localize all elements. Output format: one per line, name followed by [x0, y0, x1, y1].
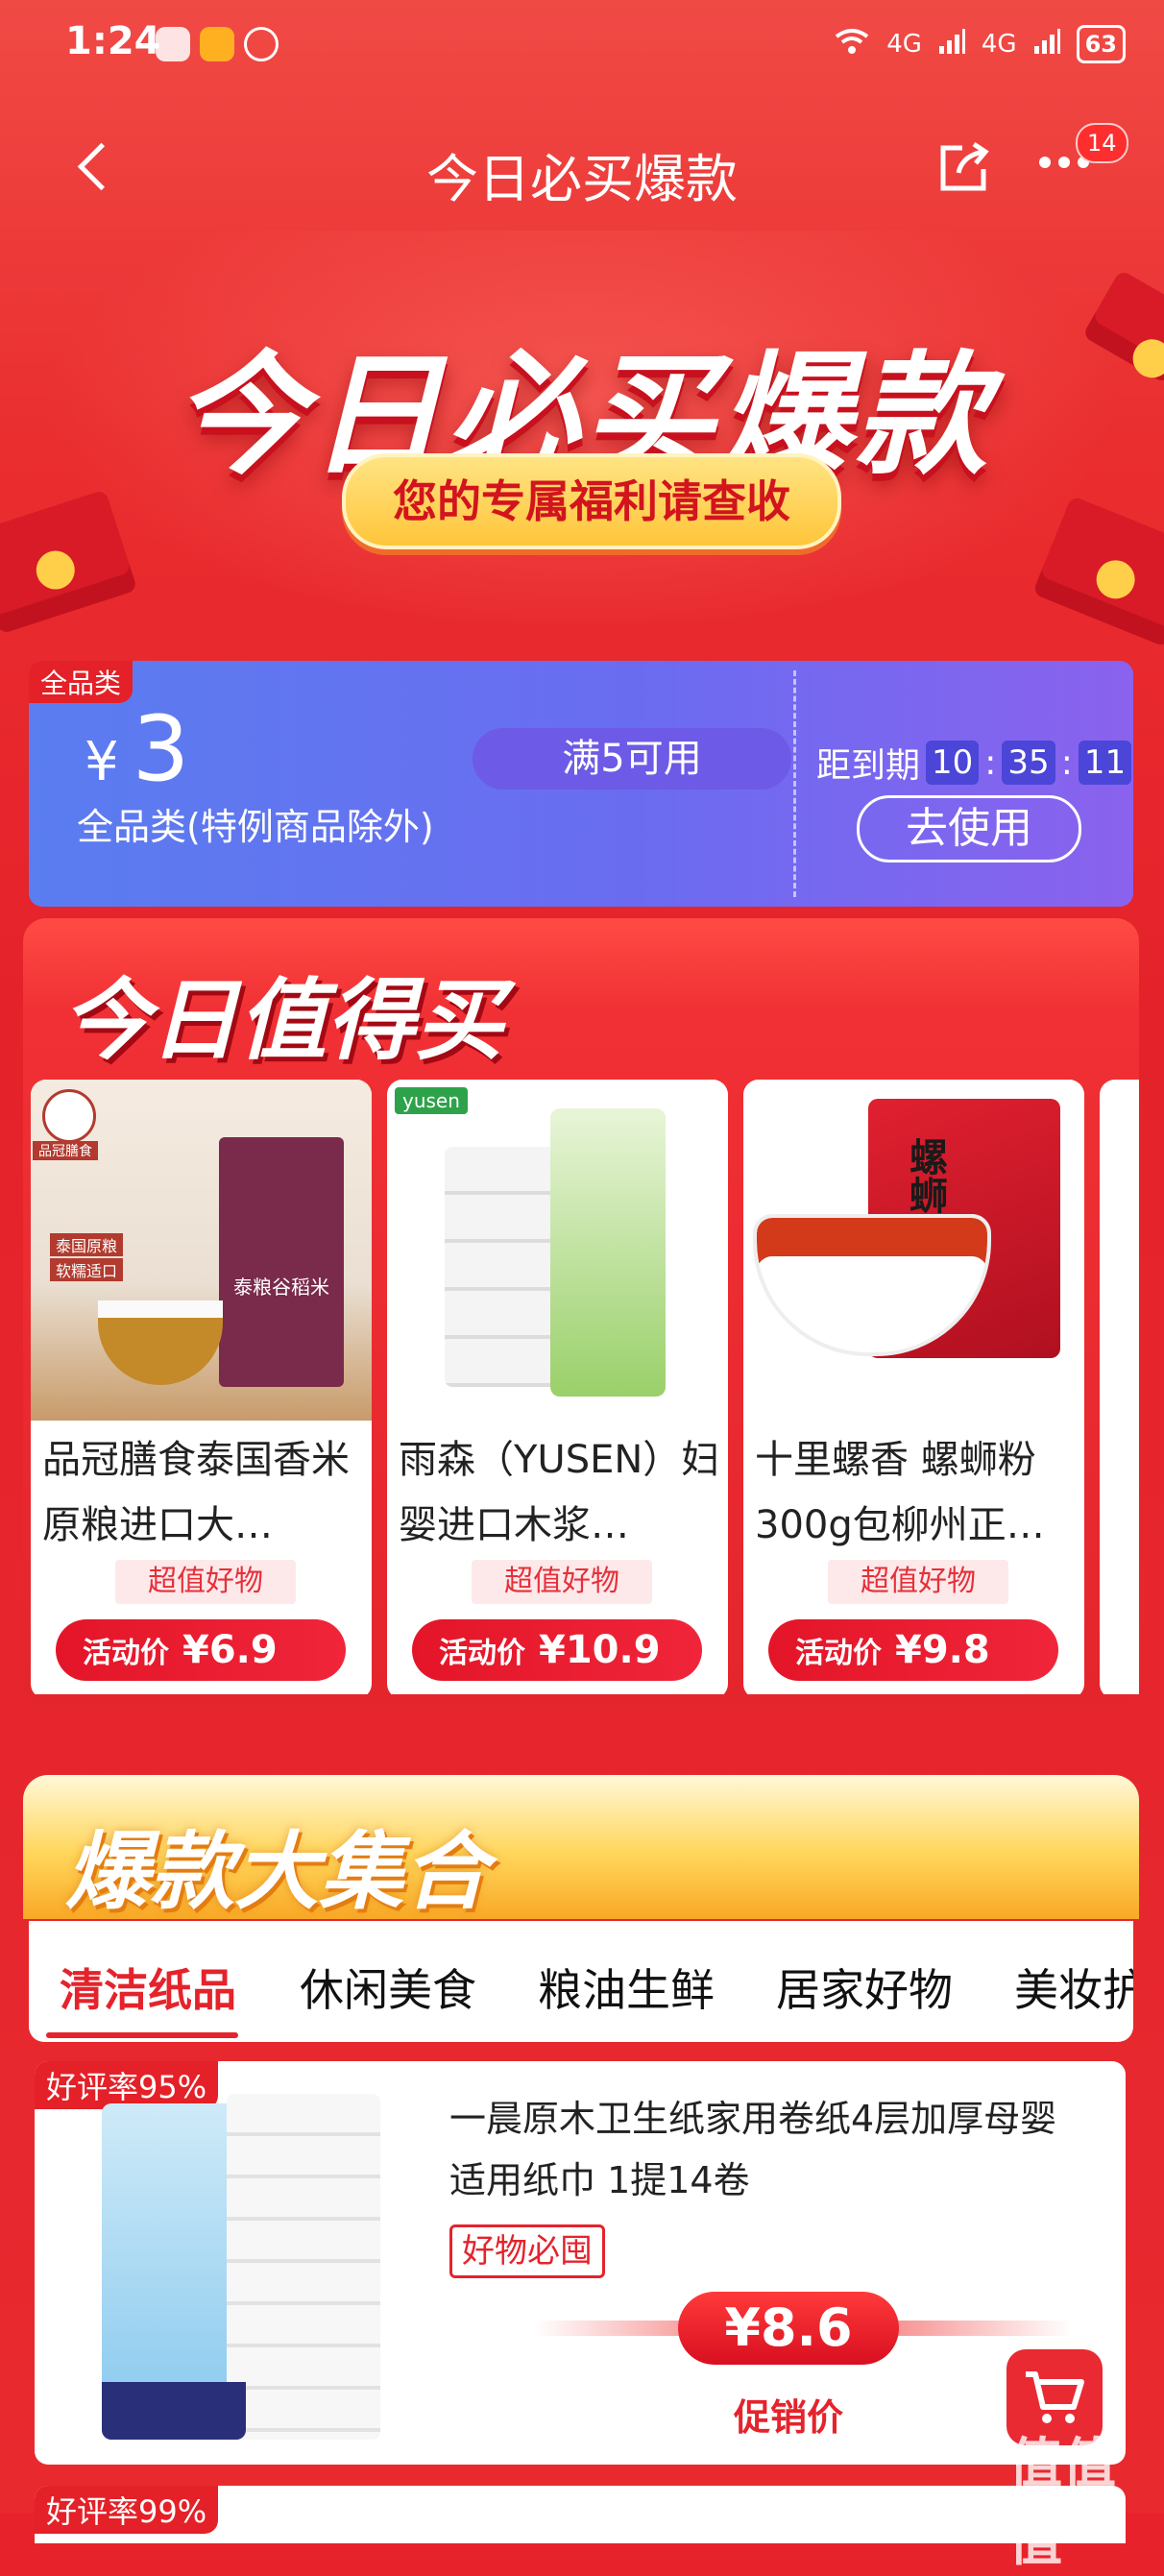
speedometer-icon — [244, 27, 279, 61]
active-tab-indicator — [46, 2032, 238, 2038]
coupon-description: 全品类(特例商品除外) — [77, 806, 434, 848]
coupon-countdown: 距到期 10: 35: 11 — [816, 738, 1132, 788]
battery-indicator: 63 — [1076, 25, 1126, 63]
rice-package: 泰粮谷稻米 — [219, 1137, 344, 1387]
product-tag: 好物必囤 — [449, 2224, 605, 2278]
price-value: ¥8.6 — [678, 2292, 899, 2365]
product-tag: 超值好物 — [828, 1560, 1008, 1604]
countdown-seconds: 11 — [1078, 741, 1132, 785]
countdown-hours: 10 — [926, 741, 980, 785]
video-app-icon — [200, 27, 234, 61]
coupon-condition: 满5可用 — [473, 728, 791, 790]
coupon-amount: ¥3 — [85, 697, 189, 802]
hero-subtitle: 您的专属福利请查收 — [342, 453, 841, 549]
price-value: ¥9.8 — [895, 1628, 990, 1672]
price-value: ¥10.9 — [539, 1628, 661, 1672]
tissue-package — [550, 1108, 666, 1397]
price-value: ¥6.9 — [182, 1628, 278, 1672]
product-name: 十里螺香 螺蛳粉300g包柳州正… — [755, 1438, 1045, 1547]
brand-logo — [42, 1089, 96, 1143]
signal-4g-label: 4G — [886, 30, 922, 59]
status-time: 1:24 — [65, 19, 161, 63]
signal-4g-label-2: 4G — [981, 30, 1017, 59]
wifi-icon — [833, 27, 871, 62]
today-worth-section: 今日值得买 品冠膳食 泰粮谷稻米 泰国原粮 软糯适口 品冠膳食泰国香米原粮进口大… — [23, 918, 1139, 1706]
tab-grain-fresh[interactable]: 粮油生鲜 — [538, 1956, 715, 2019]
app-notification-icon — [156, 27, 190, 61]
signal-bars-icon — [937, 27, 966, 62]
product-card[interactable]: 品冠膳食 泰粮谷稻米 泰国原粮 软糯适口 品冠膳食泰国香米原粮进口大… 超值好物… — [31, 1080, 372, 1694]
product-name: 雨森（YUSEN）妇婴进口木浆… — [399, 1438, 720, 1547]
package-side-text-1: 泰国原粮 — [50, 1233, 124, 1256]
cart-icon — [1026, 2371, 1084, 2423]
list-item[interactable]: 好评率95% 一晨原木卫生纸家用卷纸4层加厚母婴适用纸巾 1提14卷 好物必囤 … — [35, 2061, 1126, 2465]
countdown-label: 距到期 — [816, 746, 921, 786]
product-image-toilet-paper — [102, 2094, 390, 2449]
coupon-divider — [793, 670, 796, 897]
price-label: 活动价 — [795, 1637, 882, 1670]
package-label: 泰粮谷稻米 — [233, 1276, 329, 1299]
product-tag: 超值好物 — [115, 1560, 296, 1604]
signal-bars-icon-2 — [1032, 27, 1061, 62]
promo-price: ¥8.6 促销价 — [534, 2292, 1072, 2445]
price-label: 活动价 — [83, 1637, 169, 1670]
status-app-icons — [156, 27, 279, 61]
product-image-tissue: yusen — [387, 1080, 728, 1421]
product-tag: 超值好物 — [472, 1560, 652, 1604]
share-icon — [940, 141, 989, 191]
burst-collection-header: 爆款大集合 — [23, 1775, 1139, 1921]
product-name: 品冠膳食泰国香米原粮进口大… — [42, 1438, 350, 1547]
product-card[interactable]: yusen 雨森（YUSEN）妇婴进口木浆… 超值好物 活动价 ¥10.9 — [387, 1080, 728, 1694]
rating-badge: 好评率99% — [35, 2486, 219, 2534]
section-title: 今日值得买 — [61, 969, 504, 1072]
coupon-card[interactable]: 全品类 ¥3 全品类(特例商品除外) 满5可用 距到期 10: 35: 11 去… — [29, 661, 1133, 907]
status-bar: 1:24 4G 4G 63 — [0, 0, 1164, 96]
product-image-noodles: 螺蛳粉 — [743, 1080, 1084, 1421]
category-tabs: 清洁纸品 休闲美食 粮油生鲜 居家好物 美妆护 — [29, 1921, 1133, 2042]
currency-symbol: ¥ — [85, 731, 119, 793]
product-image-rice: 品冠膳食 泰粮谷稻米 泰国原粮 软糯适口 — [31, 1080, 372, 1421]
product-card-partial[interactable] — [1100, 1080, 1139, 1694]
price-pill[interactable]: 活动价 ¥10.9 — [412, 1619, 702, 1681]
product-name: 一晨原木卫生纸家用卷纸4层加厚母婴适用纸巾 1提14卷 — [449, 2098, 1057, 2201]
top-nav: 今日必买爆款 14 — [0, 115, 1164, 221]
tab-home-goods[interactable]: 居家好物 — [776, 1956, 953, 2019]
use-coupon-button[interactable]: 去使用 — [857, 795, 1081, 863]
tab-beauty[interactable]: 美妆护 — [1014, 1956, 1133, 2019]
tab-snacks[interactable]: 休闲美食 — [300, 1956, 476, 2019]
countdown-minutes: 35 — [1002, 741, 1055, 785]
list-item[interactable]: 好评率99% — [35, 2486, 1126, 2543]
price-pill[interactable]: 活动价 ¥9.8 — [768, 1619, 1058, 1681]
price-pill[interactable]: 活动价 ¥6.9 — [56, 1619, 346, 1681]
brand-name: 品冠膳食 — [33, 1141, 98, 1160]
more-dots-icon — [1039, 157, 1051, 168]
share-button[interactable] — [934, 136, 995, 198]
rice-bowl — [98, 1300, 223, 1385]
watermark-url: zhizhizhi.com — [1008, 2488, 1126, 2508]
price-label: 活动价 — [439, 1637, 525, 1670]
product-card[interactable]: 螺蛳粉 十里螺香 螺蛳粉300g包柳州正… 超值好物 活动价 ¥9.8 — [743, 1080, 1084, 1694]
brand-logo: yusen — [395, 1087, 468, 1114]
package-side-text-2: 软糯适口 — [50, 1258, 124, 1281]
product-carousel[interactable]: 品冠膳食 泰粮谷稻米 泰国原粮 软糯适口 品冠膳食泰国香米原粮进口大… 超值好物… — [31, 1080, 1139, 1694]
hero-banner: 今日必买爆款 您的专属福利请查收 — [0, 231, 1164, 653]
status-indicators: 4G 4G 63 — [833, 25, 1126, 63]
message-count-badge: 14 — [1076, 123, 1128, 163]
coupon-value: 3 — [132, 697, 190, 802]
tab-cleaning-paper[interactable]: 清洁纸品 — [60, 1956, 236, 2019]
price-label: 促销价 — [733, 2396, 843, 2439]
section-title: 爆款大集合 — [65, 1822, 489, 1921]
